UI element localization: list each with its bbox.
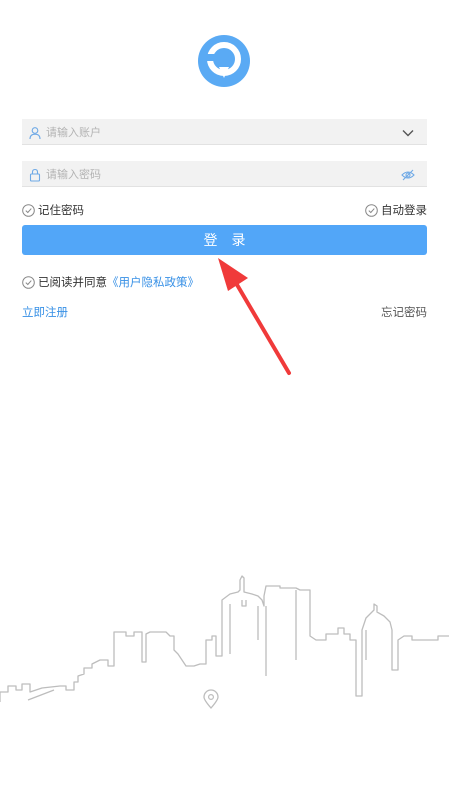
user-icon xyxy=(28,125,42,140)
chevron-down-icon[interactable] xyxy=(401,125,415,139)
password-field[interactable] xyxy=(22,161,427,187)
check-circle-icon xyxy=(22,203,35,217)
register-link[interactable]: 立即注册 xyxy=(22,304,68,320)
account-input[interactable] xyxy=(46,119,386,145)
remember-password-checkbox[interactable]: 记住密码 xyxy=(22,201,84,219)
remember-password-label: 记住密码 xyxy=(38,203,84,217)
password-input[interactable] xyxy=(46,161,386,187)
location-pin-logo-icon xyxy=(198,35,250,87)
forgot-password-link[interactable]: 忘记密码 xyxy=(381,304,427,320)
login-button[interactable]: 登录 xyxy=(22,225,427,255)
lock-icon xyxy=(28,167,42,182)
app-logo xyxy=(197,34,251,88)
agreement-row[interactable]: 已阅读并同意 《用户隐私政策》 xyxy=(22,273,199,291)
privacy-policy-link[interactable]: 《用户隐私政策》 xyxy=(107,274,199,290)
city-skyline-illustration xyxy=(0,575,449,709)
map-pin-icon xyxy=(203,689,219,709)
auto-login-checkbox[interactable]: 自动登录 xyxy=(365,201,427,219)
check-circle-icon[interactable] xyxy=(22,275,35,289)
auto-login-label: 自动登录 xyxy=(381,203,427,217)
eye-icon[interactable] xyxy=(401,167,415,181)
account-field[interactable] xyxy=(22,119,427,145)
check-circle-icon xyxy=(365,203,378,217)
agreement-text: 已阅读并同意 xyxy=(38,275,107,289)
